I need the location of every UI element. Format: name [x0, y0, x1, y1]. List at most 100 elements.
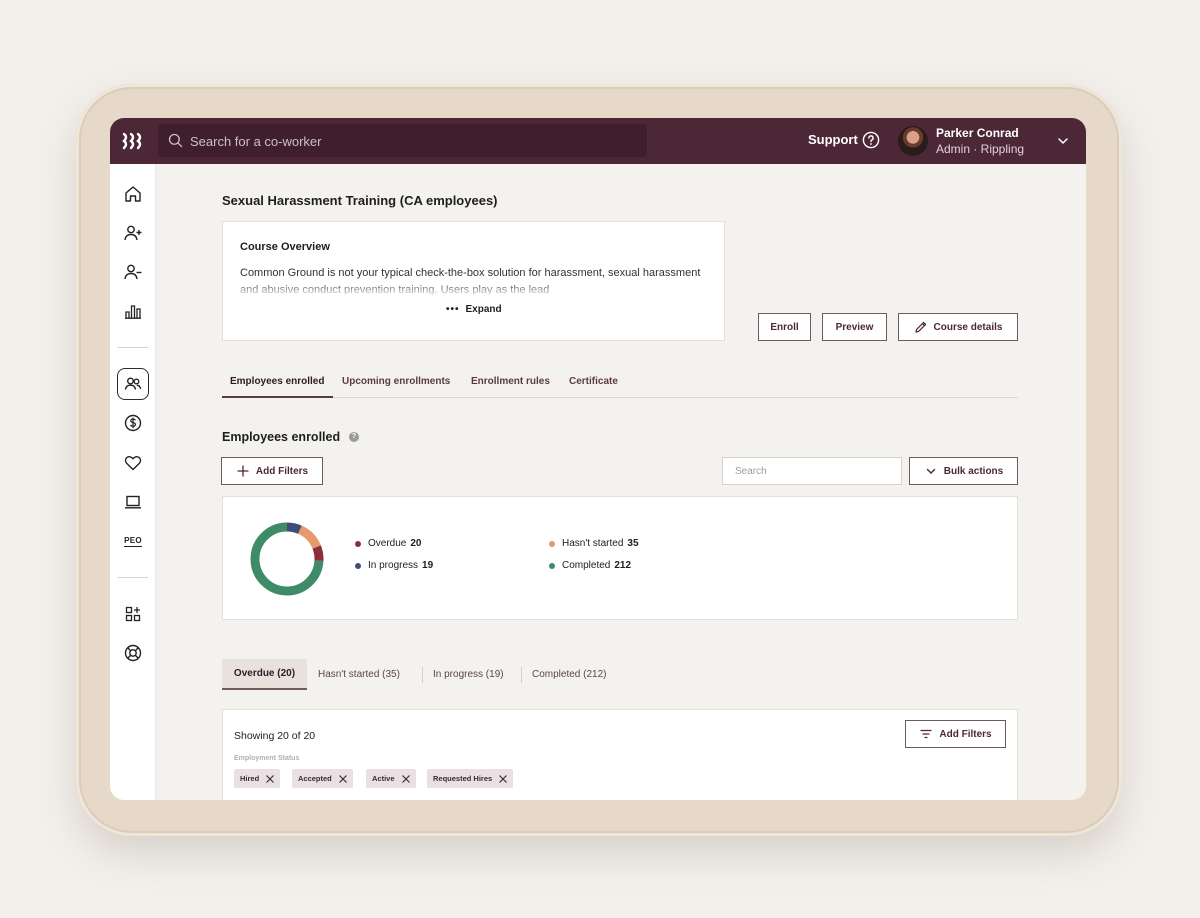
- legend-label: Hasn't started: [562, 538, 624, 549]
- sidebar-item-hire[interactable]: [122, 222, 144, 244]
- legend-completed: Completed 212: [549, 560, 631, 571]
- status-tab-completed[interactable]: Completed (212): [532, 659, 606, 690]
- sidebar-item-reports[interactable]: [122, 300, 144, 322]
- filter-group-label: Employment Status: [234, 755, 300, 762]
- legend-label: Completed: [562, 560, 611, 571]
- course-details-label: Course details: [933, 321, 1003, 333]
- legend-dot: [355, 540, 361, 547]
- bar-chart-icon: [125, 305, 141, 319]
- legend-hasnt-started: Hasn't started 35: [549, 538, 639, 549]
- chip-label: Active: [372, 774, 395, 783]
- close-icon[interactable]: [401, 774, 411, 784]
- tab-upcoming-enrollments[interactable]: Upcoming enrollments: [342, 376, 450, 387]
- filter-chip-active: Active: [366, 769, 416, 788]
- enrollment-donut-chart: [250, 522, 324, 596]
- legend-overdue: Overdue 20: [355, 538, 421, 549]
- close-icon[interactable]: [265, 774, 275, 784]
- filter-chip-requested-hires: Requested Hires: [427, 769, 514, 788]
- sidebar-item-peo[interactable]: PEO: [122, 530, 144, 552]
- status-tab-separator: [521, 667, 522, 683]
- users-icon: [124, 377, 142, 390]
- legend-count: 20: [410, 538, 422, 549]
- add-filters-button[interactable]: Add Filters: [221, 457, 323, 485]
- list-add-filters-button[interactable]: Add Filters: [905, 720, 1006, 748]
- legend-label: In progress: [368, 560, 419, 571]
- enroll-button[interactable]: Enroll: [758, 313, 811, 341]
- status-tab-hasnt-started[interactable]: Hasn't started (35): [318, 659, 400, 690]
- enrollment-stats-card: Overdue 20 In progress 19 Hasn't started…: [222, 496, 1018, 620]
- coworker-search-input[interactable]: [190, 131, 630, 151]
- home-icon: [125, 186, 141, 202]
- status-tab-overdue[interactable]: Overdue (20): [222, 659, 307, 690]
- tab-certificate[interactable]: Certificate: [569, 376, 618, 387]
- enrolled-search[interactable]: [722, 457, 902, 485]
- sidebar-item-help[interactable]: [122, 642, 144, 664]
- legend-count: 212: [614, 560, 632, 571]
- enrolled-list-card: Showing 20 of 20 Add Filters Employment …: [222, 709, 1018, 800]
- chevron-down-icon: [926, 468, 935, 474]
- heart-icon: [124, 455, 142, 471]
- status-tabs: Overdue (20) Hasn't started (35) In prog…: [222, 659, 722, 691]
- app-screen: Support Parker Conrad Admin · Rippling: [110, 118, 1086, 800]
- status-tab-in-progress[interactable]: In progress (19): [433, 659, 504, 690]
- showing-count: Showing 20 of 20: [234, 730, 316, 742]
- rippling-logo-icon[interactable]: [122, 132, 146, 150]
- support-link[interactable]: Support: [808, 132, 858, 147]
- sidebar-divider: [118, 347, 148, 348]
- legend-dot: [355, 562, 361, 569]
- chevron-down-icon[interactable]: [1056, 134, 1070, 148]
- legend-label: Overdue: [368, 538, 407, 549]
- bulk-actions-label: Bulk actions: [943, 465, 1004, 477]
- list-add-filters-label: Add Filters: [939, 728, 992, 740]
- sidebar-item-home[interactable]: [122, 183, 144, 205]
- dollar-circle-icon: [124, 414, 142, 432]
- sidebar-item-app-shop[interactable]: [122, 603, 144, 625]
- add-filters-label: Add Filters: [255, 465, 309, 477]
- sidebar-divider: [118, 577, 148, 578]
- laptop-icon: [125, 495, 141, 509]
- top-bar: Support Parker Conrad Admin · Rippling: [110, 118, 1086, 164]
- lifebuoy-icon: [124, 644, 142, 662]
- coworker-search[interactable]: [158, 124, 647, 157]
- legend-dot: [549, 540, 555, 547]
- course-details-button[interactable]: Course details: [898, 313, 1018, 341]
- sidebar-item-offboard[interactable]: [122, 261, 144, 283]
- info-icon[interactable]: ?: [349, 432, 359, 442]
- apps-plus-icon: [125, 606, 141, 622]
- user-minus-icon: [124, 264, 142, 280]
- chip-label: Accepted: [298, 774, 332, 783]
- pencil-icon: [914, 321, 926, 333]
- course-overview-card: Course Overview Common Ground is not you…: [222, 221, 725, 341]
- expand-button[interactable]: ••• Expand: [446, 304, 502, 315]
- avatar[interactable]: [898, 126, 928, 156]
- section-title: Employees enrolled: [222, 430, 341, 444]
- sidebar-item-devices[interactable]: [122, 491, 144, 513]
- bulk-actions-button[interactable]: Bulk actions: [909, 457, 1018, 485]
- tab-employees-enrolled[interactable]: Employees enrolled: [230, 376, 324, 387]
- user-plus-icon: [124, 225, 142, 241]
- course-tabs: Employees enrolled Upcoming enrollments …: [222, 371, 1018, 398]
- more-dots-icon: •••: [446, 304, 460, 315]
- user-name: Parker Conrad: [936, 126, 1019, 140]
- preview-button[interactable]: Preview: [822, 313, 887, 341]
- sidebar-item-people[interactable]: [117, 368, 149, 400]
- close-icon[interactable]: [498, 774, 508, 784]
- filter-chip-accepted: Accepted: [292, 769, 353, 788]
- peo-icon: PEO: [124, 535, 142, 547]
- close-icon[interactable]: [338, 774, 348, 784]
- filter-chip-hired: Hired: [234, 769, 281, 788]
- help-circle-icon[interactable]: [862, 131, 880, 149]
- tab-enrollment-rules[interactable]: Enrollment rules: [471, 376, 550, 387]
- legend-count: 19: [422, 560, 434, 571]
- course-overview-body: Common Ground is not your typical check-…: [240, 267, 701, 295]
- legend-count: 35: [627, 538, 639, 549]
- sidebar-item-payroll[interactable]: [122, 412, 144, 434]
- sidebar-item-benefits[interactable]: [122, 452, 144, 474]
- plus-icon: [237, 465, 249, 477]
- active-tab-indicator: [222, 396, 333, 398]
- chip-label: Requested Hires: [433, 774, 493, 783]
- status-tab-separator: [422, 667, 423, 683]
- legend-in-progress: In progress 19: [355, 560, 433, 571]
- enrolled-search-input[interactable]: [723, 458, 901, 484]
- filter-lines-icon: [920, 729, 932, 739]
